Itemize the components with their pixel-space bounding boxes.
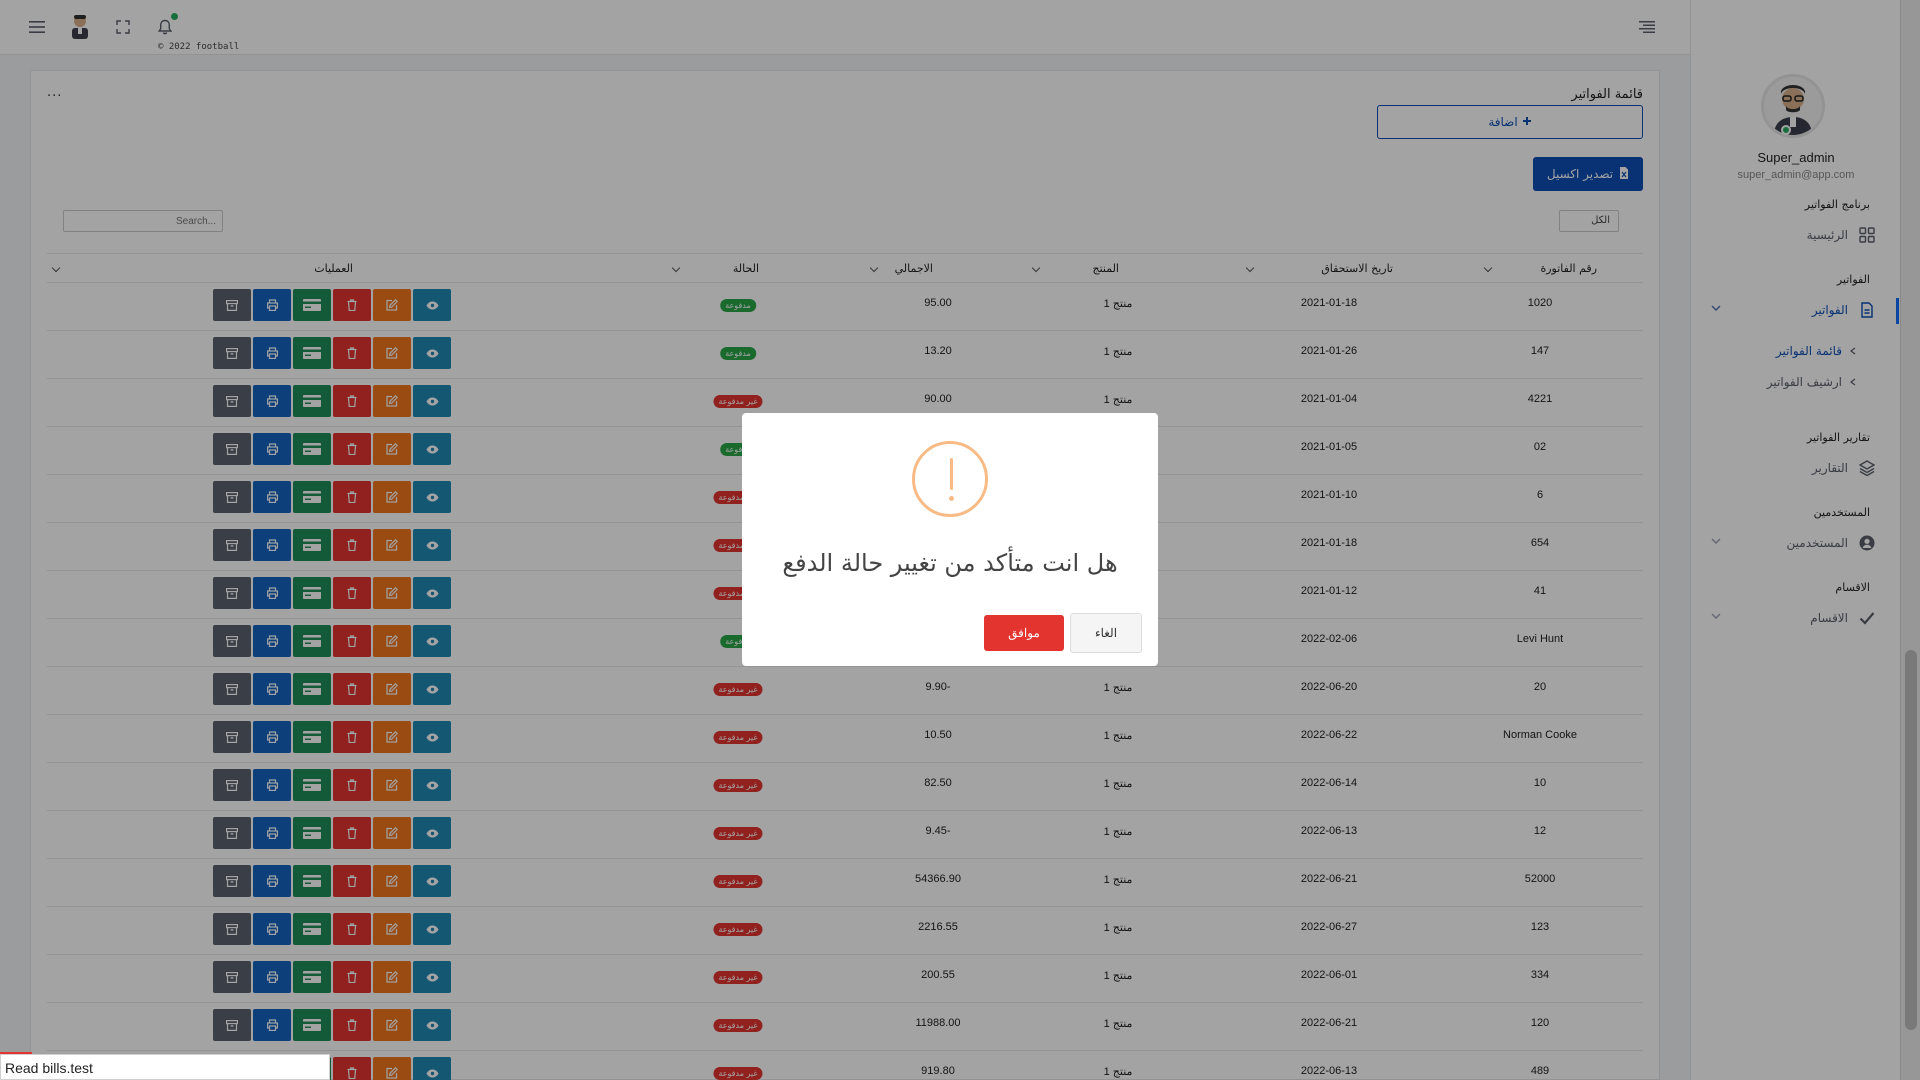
cancel-button[interactable]: الغاء	[1070, 613, 1142, 653]
warning-icon	[912, 441, 988, 517]
dialog-title: هل انت متأكد من تغيير حالة الدفع	[782, 549, 1118, 577]
browser-status-bar: Read bills.test	[0, 1054, 330, 1080]
confirm-button[interactable]: موافق	[984, 615, 1064, 651]
confirm-dialog: هل انت متأكد من تغيير حالة الدفع موافق ا…	[742, 413, 1158, 666]
